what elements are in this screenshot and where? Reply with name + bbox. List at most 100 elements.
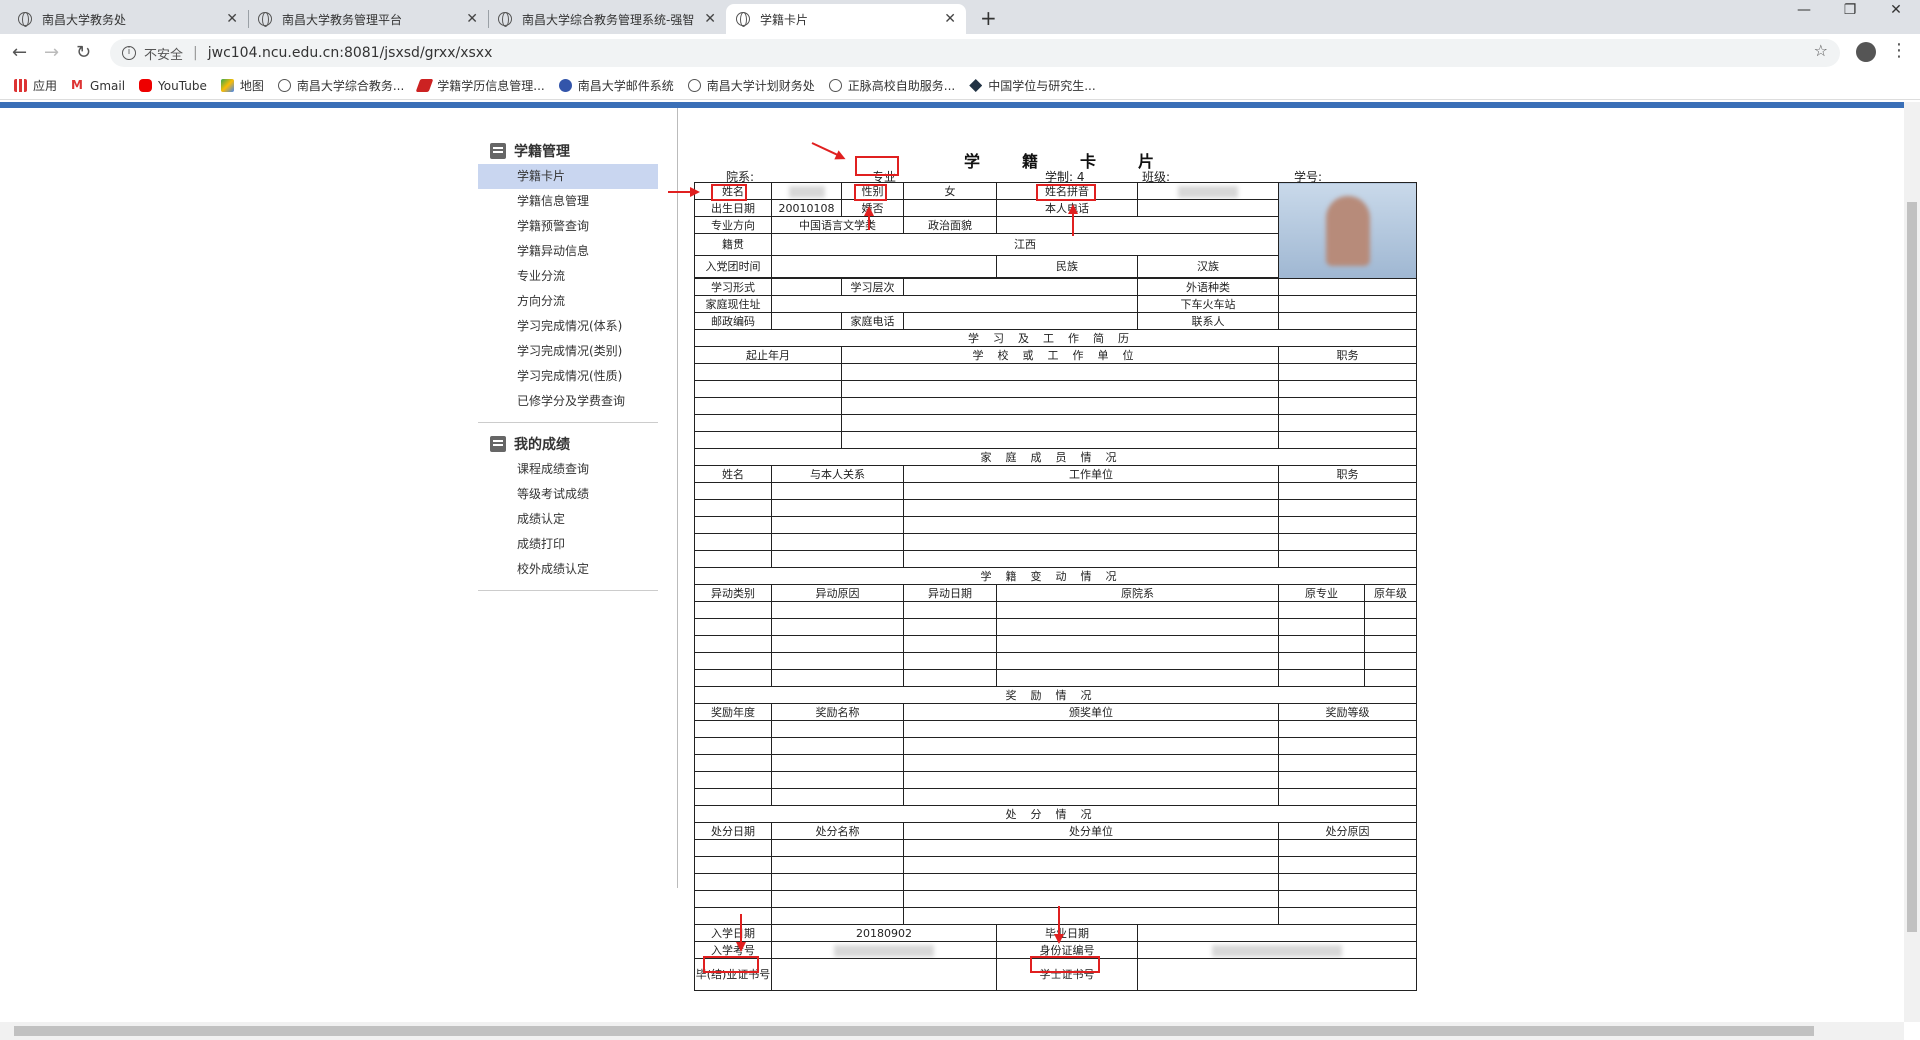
close-icon[interactable]: ✕ [226,11,238,27]
punish-section-title: 处分情况 [694,805,1417,823]
post-header: 职务 [1278,346,1417,364]
back-icon[interactable]: ← [12,42,27,63]
close-icon[interactable]: ✕ [466,11,478,27]
bookmark-finance[interactable]: 南昌大学计划财务处 [687,77,815,94]
mail-icon [558,79,572,92]
sidebar-item-grade-print[interactable]: 成绩打印 [478,532,658,557]
sidebar-item-major-split[interactable]: 专业分流 [478,264,658,289]
bookmark-gmail[interactable]: M Gmail [71,79,125,93]
resume-section-title: 学习及工作简历 [694,329,1417,347]
bookmark-cdgdc[interactable]: 中国学位与研究生... [969,77,1096,94]
sidebar-item-credits-fees[interactable]: 已修学分及学费查询 [478,389,658,414]
sidebar-item-direction-split[interactable]: 方向分流 [478,289,658,314]
nation-label: 民族 [996,255,1138,278]
tab-system[interactable]: 南昌大学综合教务管理系统-强智 ✕ [488,4,726,34]
orig-grade-header: 原年级 [1364,584,1417,602]
arrow-id-no [1058,906,1060,936]
bookmark-zhengmai[interactable]: 正脉高校自助服务... [828,77,955,94]
bookmark-apps[interactable]: 应用 [14,77,57,94]
native-label: 籍贯 [694,233,772,256]
url-text[interactable]: jwc104.ncu.edu.cn:8081/jsxsd/grxx/xsxx [208,45,493,61]
orig-major-header: 原专业 [1278,584,1365,602]
period-header: 起止年月 [694,346,842,364]
enroll-date-label: 入学日期 [694,924,772,942]
nation-value: 汉族 [1137,255,1279,278]
page-content: 学籍管理 学籍卡片 学籍信息管理 学籍预警查询 学籍异动信息 专业分流 方向分流… [0,108,1904,1022]
tab-card[interactable]: 学籍卡片 ✕ [726,4,966,34]
close-window-icon[interactable]: ✕ [1876,2,1916,18]
bookmark-ncu-edu[interactable]: 南昌大学综合教务... [277,77,404,94]
sidebar-item-level-exams[interactable]: 等级考试成绩 [478,482,658,507]
minimize-icon[interactable]: — [1784,2,1824,18]
annotation-box-pinyin [1036,184,1096,201]
globe-icon [828,79,842,92]
profile-icon[interactable] [1856,42,1876,62]
enroll-date-value: 20180902 [771,924,997,942]
bookmark-maps[interactable]: 地图 [220,77,264,94]
bookmark-star-icon[interactable]: ☆ [1814,41,1828,60]
globe-icon [736,12,750,27]
work-unit-header: 工作单位 [903,465,1279,483]
family-section-title: 家庭成员情况 [694,448,1417,466]
address-label: 家庭现住址 [694,295,772,313]
sidebar: 学籍管理 学籍卡片 学籍信息管理 学籍预警查询 学籍异动信息 专业分流 方向分流… [478,138,658,599]
info-icon[interactable]: i [122,46,136,60]
relation-header: 与本人关系 [771,465,904,483]
orig-dept-header: 原院系 [996,584,1279,602]
close-icon[interactable]: ✕ [704,11,716,27]
party-label: 入党团时间 [694,255,772,278]
tab-title: 南昌大学综合教务管理系统-强智 [522,12,695,27]
punish-name-header: 处分名称 [771,822,904,840]
sidebar-item-warning[interactable]: 学籍预警查询 [478,214,658,239]
unit-header: 学校或工作单位 [841,346,1279,364]
vertical-scrollbar[interactable] [1904,102,1920,1022]
punish-reason-header: 处分原因 [1278,822,1417,840]
punish-unit-header: 处分单位 [903,822,1279,840]
sidebar-item-progress-category[interactable]: 学习完成情况(类别) [478,339,658,364]
bookmark-mail[interactable]: 南昌大学邮件系统 [558,77,674,94]
sidebar-item-external-grades[interactable]: 校外成绩认定 [478,557,658,582]
political-label: 政治面貌 [903,216,997,234]
globe-icon [277,79,291,92]
sidebar-item-card[interactable]: 学籍卡片 [478,164,658,189]
section-title-grades: 我的成绩 [490,431,658,457]
birth-value: 20010108 [771,199,842,217]
new-tab-icon[interactable]: + [980,6,997,30]
language-label: 外语种类 [1137,278,1279,296]
card-table: 姓名 性别 女 姓名拼音 出生日期 20010108 婚否 本人电话 专业方向 … [694,182,1417,991]
arrow-exam-no [740,914,742,944]
punish-date-header: 处分日期 [694,822,772,840]
sidebar-item-course-grades[interactable]: 课程成绩查询 [478,457,658,482]
award-level-header: 奖励等级 [1278,703,1417,721]
menu-icon[interactable]: ⋮ [1890,40,1908,61]
arrow-pinyin [1072,212,1074,236]
annotation-box-exam-no [703,956,759,973]
reload-icon[interactable]: ↻ [76,42,91,63]
globe-icon [18,12,32,27]
sidebar-item-grade-recognition[interactable]: 成绩认定 [478,507,658,532]
postcode-label: 邮政编码 [694,312,772,330]
restore-icon[interactable]: ❐ [1830,2,1870,18]
tab-title: 学籍卡片 [760,12,809,27]
tab-jwc[interactable]: 南昌大学教务处 ✕ [8,4,248,34]
sidebar-item-progress-system[interactable]: 学习完成情况(体系) [478,314,658,339]
bookmark-youtube[interactable]: YouTube [139,79,207,93]
sidebar-item-progress-nature[interactable]: 学习完成情况(性质) [478,364,658,389]
family-post-header: 职务 [1278,465,1417,483]
sidebar-item-info[interactable]: 学籍信息管理 [478,189,658,214]
annotation-box-id-no [1030,956,1100,973]
youtube-icon [139,79,153,92]
forward-icon[interactable]: → [44,42,59,63]
change-section-title: 学籍变动情况 [694,567,1417,585]
bookmark-chsi[interactable]: 学籍学历信息管理... [415,77,545,94]
sidebar-item-change[interactable]: 学籍异动信息 [478,239,658,264]
list-icon [490,436,506,452]
family-name-header: 姓名 [694,465,772,483]
horizontal-scrollbar[interactable] [0,1022,1904,1040]
close-icon[interactable]: ✕ [944,11,956,27]
tab-platform[interactable]: 南昌大学教务管理平台 ✕ [248,4,488,34]
home-phone-label: 家庭电话 [841,312,904,330]
address-bar[interactable]: i 不安全 | jwc104.ncu.edu.cn:8081/jsxsd/grx… [110,39,1840,67]
toolbar: ← → ↻ i 不安全 | jwc104.ncu.edu.cn:8081/jsx… [0,34,1920,72]
award-year-header: 奖励年度 [694,703,772,721]
